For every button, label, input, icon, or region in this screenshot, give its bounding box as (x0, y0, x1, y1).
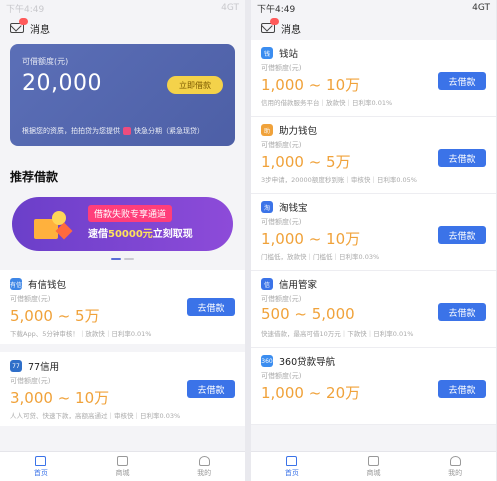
go-borrow-button[interactable]: 去借款 (187, 298, 235, 316)
loan-name: 有信钱包 (28, 280, 67, 291)
carousel-dots[interactable] (0, 258, 245, 260)
left-screen: 下午4:49 4GT 消息 可借额度(元) 20,000 立即借款 根据您的资质… (0, 0, 245, 481)
kuai-brand-icon (123, 127, 131, 135)
quota-note-text: 根据您的资质，拍拍贷为您提供 (22, 127, 120, 135)
tab-label: 我的 (448, 468, 463, 477)
tab-label: 首页 (284, 468, 299, 477)
carousel-dot-active[interactable] (111, 258, 121, 260)
badge-dot (270, 18, 279, 25)
loan-desc: 快速借款，最高可借10万元｜下款快｜日利率0.01% (261, 330, 414, 338)
quota-card: 可借额度(元) 20,000 立即借款 根据您的资质，拍拍贷为您提供 快急分期（… (10, 44, 235, 146)
carousel-dot[interactable] (124, 258, 134, 260)
go-borrow-button[interactable]: 去借款 (438, 226, 486, 244)
zhuli-wallet-icon: 助 (261, 124, 273, 136)
badge-dot (19, 18, 28, 25)
shop-icon (117, 455, 128, 466)
message-label: 消息 (281, 24, 301, 36)
qianzhan-icon: 钱 (261, 47, 273, 59)
go-borrow-button[interactable]: 去借款 (187, 380, 235, 398)
loan-name: 信用管家 (279, 280, 318, 291)
loan-name: 助力钱包 (279, 126, 318, 137)
tab-label: 商城 (115, 468, 130, 477)
loan-desc: 人人可贷、快速下款，高额高通过｜审核快｜日利率0.03% (10, 412, 181, 420)
user-icon (198, 455, 210, 466)
taoqianbao-icon: 淘 (261, 201, 273, 213)
loan-desc: 信用的借款服务平台｜放款快｜日利率0.01% (261, 99, 393, 107)
tab-shop[interactable]: 商城 (82, 452, 164, 481)
loan-name: 钱站 (279, 49, 299, 60)
status-time: 下午4:49 (257, 4, 296, 15)
promo-banner[interactable]: 借款失败专享通道 速借50000元立刻取现 (12, 197, 233, 251)
status-time: 下午4:49 (6, 4, 45, 15)
status-signal: 4GT (221, 3, 239, 13)
banner-headline: 借款失败专享通道 (88, 205, 173, 222)
credit-77-icon: 77 (10, 360, 22, 372)
go-borrow-button[interactable]: 去借款 (438, 380, 486, 398)
tab-label: 我的 (197, 468, 212, 477)
loan-item[interactable]: 助 助力钱包 可借额度(元) 1,000 ~ 5万 3步申请，20000额度秒到… (251, 117, 496, 194)
right-screen: 下午4:49 4GT 消息 钱 钱站 可借额度(元) 1,000 ~ 10万 信… (251, 0, 496, 481)
loan-desc: 下载App、5分钟审核！｜放款快｜日利率0.01% (10, 330, 152, 338)
youxin-wallet-icon: 有信 (10, 278, 22, 290)
status-signal: 4GT (472, 3, 490, 13)
tab-mine[interactable]: 我的 (414, 452, 496, 481)
message-bar[interactable]: 消息 (251, 16, 496, 40)
status-bar: 下午4:49 4GT (0, 0, 245, 16)
loan-list: 有信 有信钱包 可借额度(元) 5,000 ~ 5万 下载App、5分钟审核！｜… (0, 270, 245, 426)
message-label: 消息 (30, 24, 50, 36)
banner-subline: 速借50000元立刻取现 (88, 229, 193, 240)
banner-amount: 50000元 (108, 229, 153, 240)
loan-desc: 3步申请，20000额度秒到账｜审核快｜日利率0.05% (261, 176, 417, 184)
loan-item[interactable]: 360 360贷款导航 可借额度(元) 1,000 ~ 20万 去借款 (251, 348, 496, 425)
loan-item[interactable]: 钱 钱站 可借额度(元) 1,000 ~ 10万 信用的借款服务平台｜放款快｜日… (251, 40, 496, 117)
go-borrow-button[interactable]: 去借款 (438, 149, 486, 167)
recommend-title: 推荐借款 (10, 170, 59, 184)
tab-bar: 首页 商城 我的 (0, 451, 245, 481)
tab-mine[interactable]: 我的 (163, 452, 245, 481)
credit-manager-icon: 信 (261, 278, 273, 290)
tab-bar: 首页 商城 我的 (251, 451, 496, 481)
quota-note-brand[interactable]: 快急分期（紧急现贷） (134, 126, 204, 136)
go-borrow-button[interactable]: 去借款 (438, 72, 486, 90)
quota-note: 根据您的资质，拍拍贷为您提供 快急分期（紧急现贷） (22, 126, 204, 136)
loan-list: 钱 钱站 可借额度(元) 1,000 ~ 10万 信用的借款服务平台｜放款快｜日… (251, 40, 496, 425)
home-icon (286, 455, 298, 466)
shop-icon (368, 455, 379, 466)
borrow-now-button[interactable]: 立即借款 (167, 76, 223, 94)
screens: 下午4:49 4GT 消息 可借额度(元) 20,000 立即借款 根据您的资质… (0, 0, 497, 481)
message-bar[interactable]: 消息 (0, 16, 245, 40)
tab-label: 商城 (366, 468, 381, 477)
tab-label: 首页 (33, 468, 48, 477)
quota-label: 可借额度(元) (22, 57, 69, 66)
status-bar: 下午4:49 4GT (251, 0, 496, 16)
tab-home[interactable]: 首页 (251, 452, 333, 481)
loan-navigator-360-icon: 360 (261, 355, 273, 367)
loan-name: 淘钱宝 (279, 203, 308, 214)
home-icon (35, 455, 47, 466)
loan-item[interactable]: 有信 有信钱包 可借额度(元) 5,000 ~ 5万 下载App、5分钟审核！｜… (0, 270, 245, 344)
loan-name: 360贷款导航 (279, 357, 336, 368)
loan-name: 77信用 (28, 362, 60, 373)
loan-item[interactable]: 77 77信用 可借额度(元) 3,000 ~ 10万 人人可贷、快速下款，高额… (0, 352, 245, 426)
message-icon[interactable] (261, 18, 279, 33)
tab-home[interactable]: 首页 (0, 452, 82, 481)
loan-desc: 门槛低，放款快｜门槛低｜日利率0.03% (261, 253, 380, 261)
loan-item[interactable]: 淘 淘钱宝 可借额度(元) 1,000 ~ 10万 门槛低，放款快｜门槛低｜日利… (251, 194, 496, 271)
message-icon[interactable] (10, 18, 28, 33)
money-box-icon (32, 207, 73, 241)
loan-item[interactable]: 信 信用管家 可借额度(元) 500 ~ 5,000 快速借款，最高可借10万元… (251, 271, 496, 348)
user-icon (449, 455, 461, 466)
go-borrow-button[interactable]: 去借款 (438, 303, 486, 321)
tab-shop[interactable]: 商城 (333, 452, 415, 481)
